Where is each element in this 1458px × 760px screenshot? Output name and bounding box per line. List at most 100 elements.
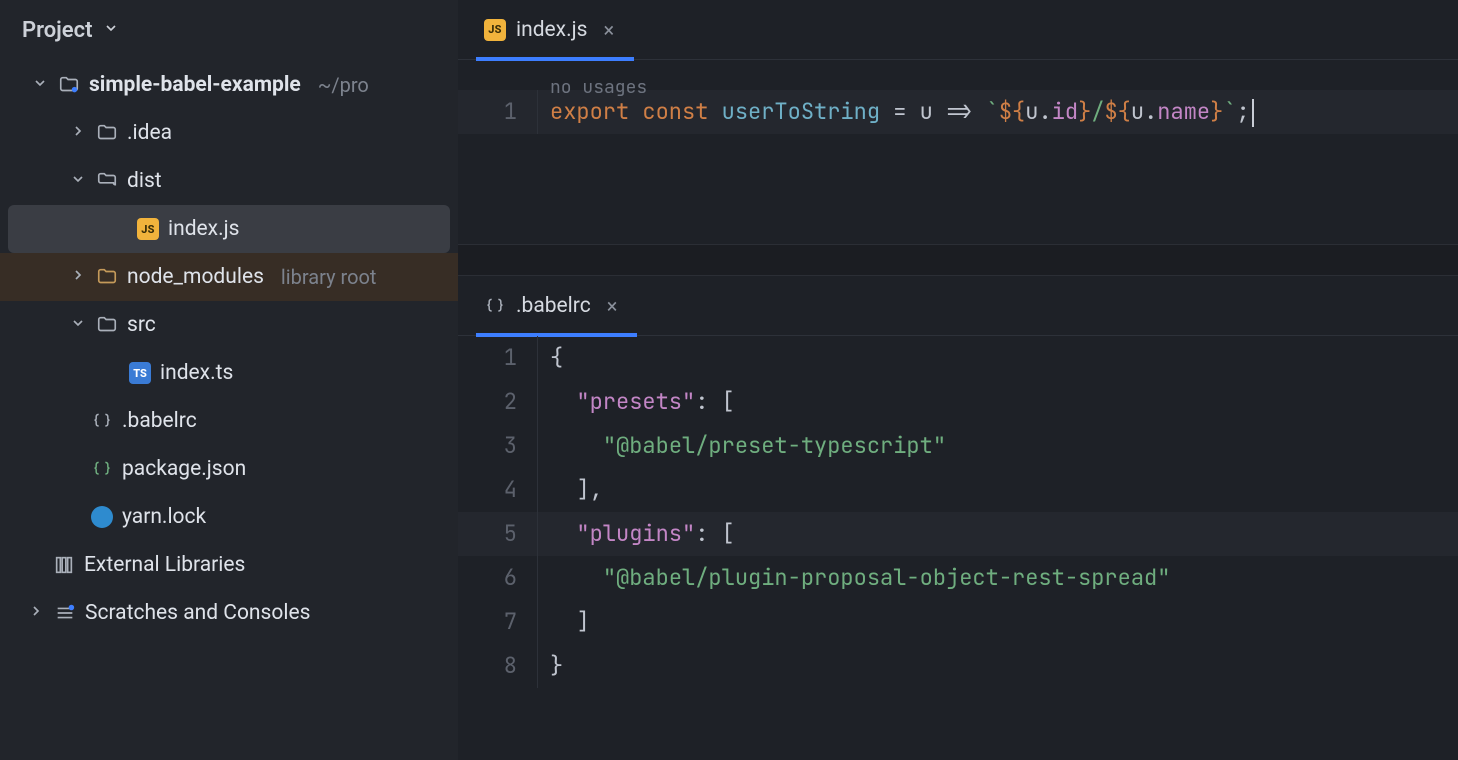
code-line[interactable]: 6 "@babel/plugin-proposal-object-rest-sp…: [458, 556, 1458, 600]
token-template: }: [1210, 97, 1223, 126]
ts-file-icon: TS: [129, 362, 151, 384]
tree-item-idea[interactable]: .idea: [0, 109, 458, 157]
tree-root[interactable]: simple-babel-example ~/pro: [0, 61, 458, 109]
code-content[interactable]: }: [538, 644, 563, 688]
folder-icon: [96, 122, 118, 144]
tree-item-yarn-lock[interactable]: yarn.lock: [0, 493, 458, 541]
project-title: Project: [22, 18, 93, 43]
library-icon: [53, 554, 75, 576]
tree-item-label: package.json: [122, 457, 246, 481]
tree-item-label: node_modules: [127, 265, 264, 289]
token-key: "presets": [576, 387, 695, 416]
token-punc: ]: [576, 607, 589, 636]
code-content[interactable]: ]: [538, 600, 590, 644]
braces-icon: [91, 410, 113, 432]
editor-pane-bottom: .babelrc × 1 { 2 "presets": [ 3 "@babel/…: [458, 276, 1458, 760]
tree-root-hint: ~/pro: [318, 73, 369, 97]
folder-icon: [96, 170, 118, 192]
code-content[interactable]: ],: [538, 468, 603, 512]
braces-icon: [91, 458, 113, 480]
folder-icon: [96, 266, 118, 288]
tree-item-package-json[interactable]: package.json: [0, 445, 458, 493]
token-param: u: [920, 97, 933, 126]
code-editor-bottom[interactable]: 1 { 2 "presets": [ 3 "@babel/preset-type…: [458, 336, 1458, 688]
code-editor-top[interactable]: no usages 1 export const userToString = …: [458, 60, 1458, 244]
close-icon[interactable]: ×: [607, 294, 618, 318]
code-line[interactable]: 8 }: [458, 644, 1458, 688]
code-content[interactable]: "@babel/plugin-proposal-object-rest-spre…: [538, 556, 1170, 600]
project-tool-header[interactable]: Project: [0, 0, 458, 57]
chevron-down-icon[interactable]: [69, 171, 87, 191]
chevron-down-icon[interactable]: [31, 75, 49, 95]
tree-item-dist[interactable]: dist: [0, 157, 458, 205]
tree-item-label: index.js: [168, 217, 240, 241]
token-punc: .: [1144, 97, 1157, 126]
token-function: userToString: [722, 97, 880, 126]
text-cursor: [1252, 99, 1254, 127]
tree-item-label: .idea: [127, 121, 172, 145]
code-content[interactable]: {: [538, 336, 563, 380]
token-template: }: [1078, 97, 1091, 126]
line-number: 3: [458, 424, 538, 468]
tree-item-scratches[interactable]: Scratches and Consoles: [0, 589, 458, 637]
token-param: u: [1131, 97, 1144, 126]
tree-item-label: .babelrc: [122, 409, 197, 433]
tree-item-babelrc[interactable]: .babelrc: [0, 397, 458, 445]
code-line[interactable]: 3 "@babel/preset-typescript": [458, 424, 1458, 468]
token-string: `: [1223, 97, 1236, 126]
tree-item-src-index[interactable]: TS index.ts: [0, 349, 458, 397]
line-number: 8: [458, 644, 538, 688]
token-keyword: const: [642, 97, 708, 126]
close-icon[interactable]: ×: [604, 18, 615, 42]
tree-item-label: yarn.lock: [122, 505, 206, 529]
tab-index-js[interactable]: JS index.js ×: [480, 0, 630, 60]
token-template: ${: [999, 97, 1025, 126]
line-number: 1: [458, 90, 538, 134]
editor-area: JS index.js × no usages 1 export const u…: [458, 0, 1458, 760]
yarn-icon: [91, 506, 113, 528]
code-content[interactable]: "@babel/preset-typescript": [538, 424, 946, 468]
js-file-icon: JS: [137, 218, 159, 240]
chevron-right-icon[interactable]: [69, 267, 87, 287]
code-line[interactable]: 4 ],: [458, 468, 1458, 512]
code-line[interactable]: 1 {: [458, 336, 1458, 380]
editor-pane-top: JS index.js × no usages 1 export const u…: [458, 0, 1458, 244]
tree-item-external-libraries[interactable]: External Libraries: [0, 541, 458, 589]
token-string: /: [1091, 97, 1104, 126]
code-line[interactable]: 5 "plugins": [: [458, 512, 1458, 556]
tab-label: index.js: [516, 18, 588, 42]
editor-tabs-top: JS index.js ×: [458, 0, 1458, 60]
token-punc: {: [550, 343, 563, 372]
chevron-down-icon[interactable]: [69, 315, 87, 335]
folder-icon: [96, 314, 118, 336]
braces-icon: [484, 295, 506, 317]
project-tree: simple-babel-example ~/pro .idea dist: [0, 57, 458, 637]
tree-item-src[interactable]: src: [0, 301, 458, 349]
project-folder-icon: [58, 74, 80, 96]
code-line[interactable]: 2 "presets": [: [458, 380, 1458, 424]
js-file-icon: JS: [484, 19, 506, 41]
tree-item-dist-index[interactable]: JS index.js: [8, 205, 450, 253]
tab-label: .babelrc: [516, 294, 591, 318]
line-number: 1: [458, 336, 538, 380]
tree-item-node-modules[interactable]: node_modules library root: [0, 253, 458, 301]
pane-separator[interactable]: [458, 244, 1458, 276]
token-punc: : [: [695, 519, 735, 548]
token-punc: =: [880, 97, 920, 126]
token-punc: ],: [576, 475, 602, 504]
code-line[interactable]: 7 ]: [458, 600, 1458, 644]
tree-item-label: src: [127, 313, 156, 337]
chevron-right-icon[interactable]: [27, 603, 45, 623]
chevron-down-icon: [103, 20, 119, 41]
tree-root-label: simple-babel-example: [89, 73, 301, 97]
line-number: 2: [458, 380, 538, 424]
token-punc: =>: [933, 97, 986, 126]
token-punc: : [: [695, 387, 735, 416]
tab-babelrc[interactable]: .babelrc ×: [480, 276, 633, 336]
chevron-right-icon[interactable]: [69, 123, 87, 143]
token-prop: name: [1157, 97, 1210, 126]
tree-item-label: External Libraries: [84, 553, 245, 577]
token-param: u: [1025, 97, 1038, 126]
code-content[interactable]: "plugins": [: [538, 512, 735, 556]
code-content[interactable]: "presets": [: [538, 380, 735, 424]
